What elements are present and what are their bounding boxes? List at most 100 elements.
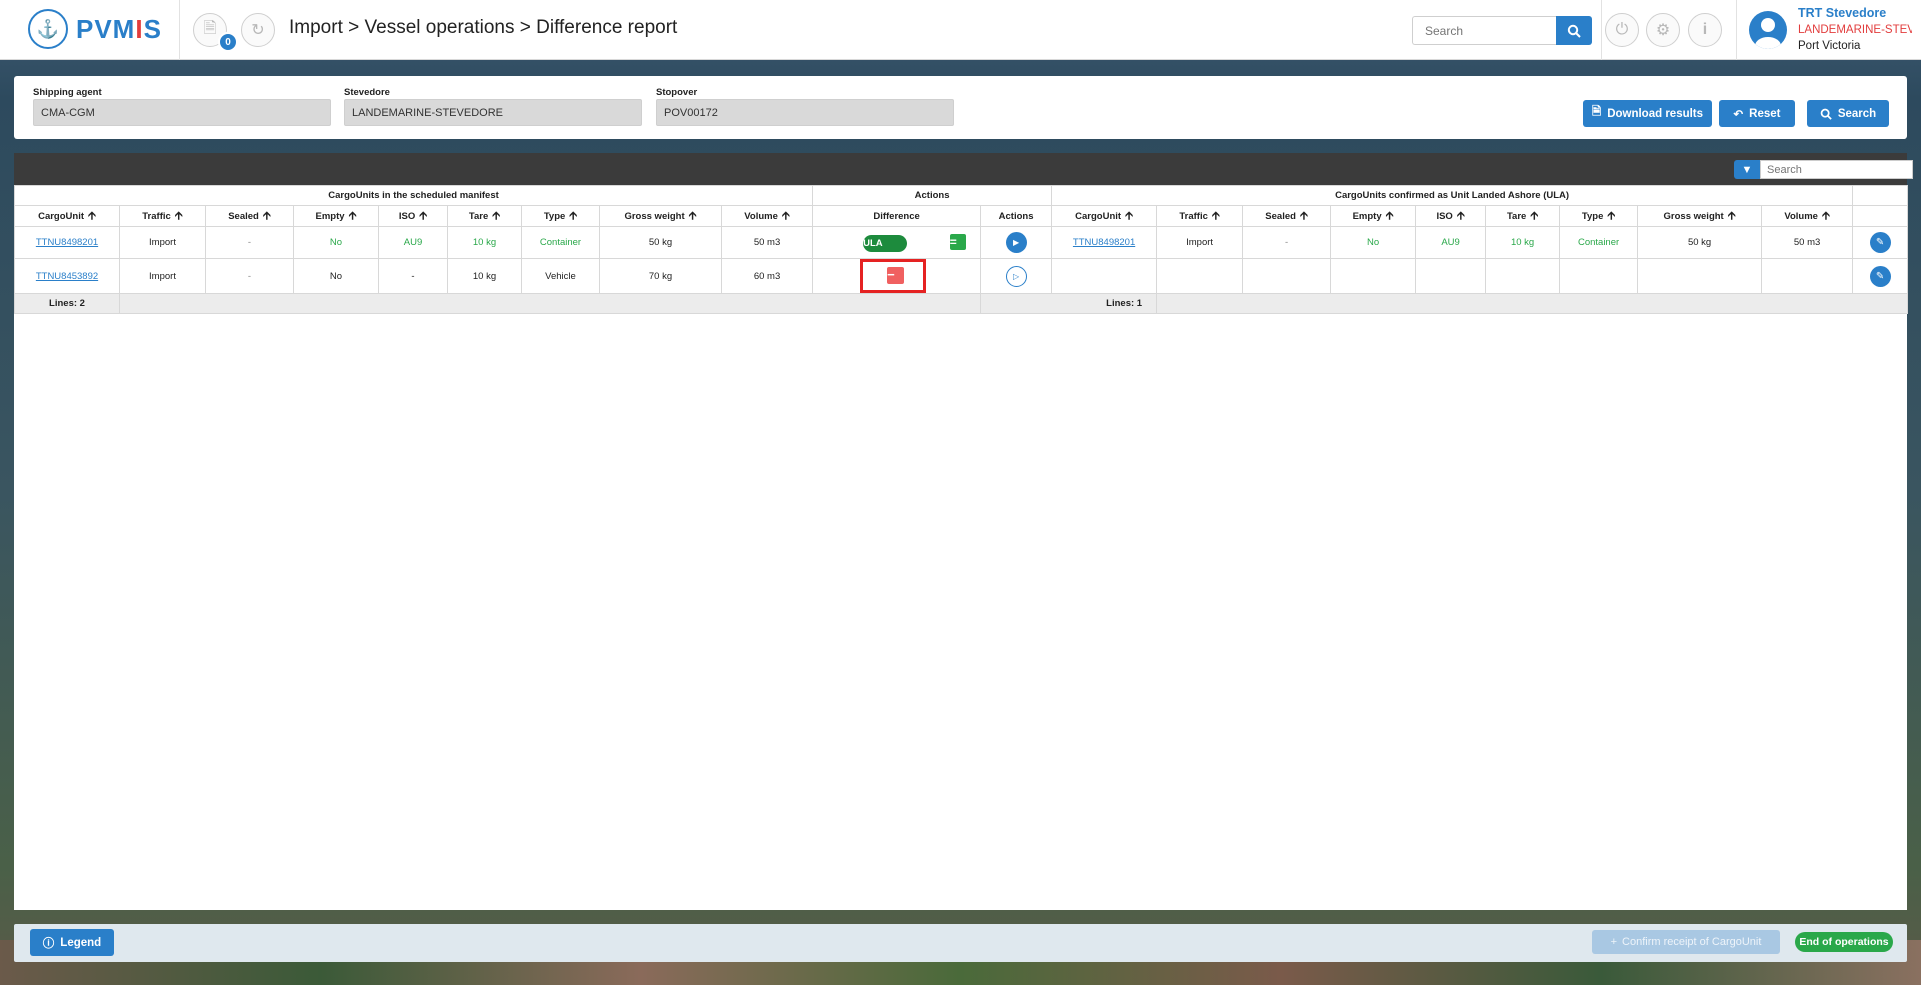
table-toolbar: ▼ — [14, 153, 1913, 185]
header-divider — [179, 0, 180, 60]
header-search-input[interactable] — [1412, 16, 1556, 45]
col-header-ula-iso[interactable]: ISO 🡩 — [1415, 205, 1487, 227]
cell-ula-gross-weight — [1637, 258, 1763, 294]
cell-empty: No — [293, 258, 379, 294]
sort-arrow-icon: 🡩 — [1530, 209, 1539, 222]
ula-status-badge: ULA — [863, 234, 908, 252]
table-row: TTNU8453892 Import - No - 10 kg Vehicle … — [14, 258, 1909, 294]
sort-arrow-icon: 🡩 — [88, 209, 96, 222]
table-footer: Lines: 2 Lines: 1 — [14, 293, 1909, 314]
header-search-button[interactable] — [1556, 16, 1592, 45]
refresh-icon[interactable]: ↻ — [241, 13, 275, 47]
cell-ula-empty: No — [1330, 226, 1417, 259]
cell-sealed: - — [205, 226, 294, 259]
col-header-sealed[interactable]: Sealed 🡩 — [205, 205, 294, 227]
legend-button[interactable]: ⓘ Legend — [30, 929, 114, 956]
user-name: TRT Stevedore — [1798, 6, 1887, 20]
cell-traffic: Import — [119, 226, 206, 259]
col-header-iso[interactable]: ISO 🡩 — [378, 205, 448, 227]
avatar[interactable] — [1749, 11, 1787, 49]
ula-cargounit-link[interactable]: TTNU8498201 — [1073, 237, 1135, 248]
user-port: Port Victoria — [1798, 40, 1861, 52]
sort-arrow-icon: 🡩 — [1299, 209, 1308, 222]
col-header-ula-tare[interactable]: Tare 🡩 — [1485, 205, 1561, 227]
cell-iso: AU9 — [378, 226, 448, 259]
cell-ula-tare: 10 kg — [1485, 226, 1561, 259]
filter-icon[interactable]: ▼ — [1734, 160, 1760, 179]
cell-edit: ✎ — [1852, 258, 1909, 294]
cell-type: Vehicle — [521, 258, 600, 294]
col-header-ula-cargounit[interactable]: CargoUnit 🡩 — [1051, 205, 1158, 227]
header-divider — [1601, 0, 1602, 60]
lines-count-right: Lines: 1 — [980, 293, 1158, 314]
bottom-action-bar: ⓘ Legend + Confirm receipt of CargoUnit … — [14, 924, 1907, 962]
cell-ula-type — [1559, 258, 1639, 294]
equal-button[interactable]: = — [949, 233, 966, 250]
cell-ula-iso — [1415, 258, 1487, 294]
col-header-type[interactable]: Type 🡩 — [521, 205, 600, 227]
difference-table-panel: ▼ CargoUnits in the scheduled manifest A… — [13, 153, 1913, 910]
stevedore-field[interactable] — [344, 99, 642, 126]
app-logo[interactable]: ⚓ PVMIS — [28, 9, 162, 49]
sort-arrow-icon: 🡩 — [1821, 209, 1830, 222]
col-header-actions: Actions — [980, 205, 1053, 227]
sort-arrow-icon: 🡩 — [1125, 209, 1133, 222]
cell-actions: ▶ — [980, 226, 1053, 259]
notification-badge: 0 — [218, 32, 238, 52]
cargounit-link[interactable]: TTNU8498201 — [36, 237, 98, 248]
cargounit-link[interactable]: TTNU8453892 — [36, 271, 98, 282]
info-circle-icon: ⓘ — [42, 937, 55, 950]
search-button[interactable]: Search — [1807, 100, 1889, 127]
sort-arrow-icon: 🡩 — [348, 209, 357, 222]
cell-type: Container — [521, 226, 600, 259]
stevedore-label: Stevedore — [344, 87, 390, 98]
reset-button[interactable]: ↶ Reset — [1719, 100, 1795, 127]
shipping-agent-field[interactable] — [33, 99, 331, 126]
group-header-actions: Actions — [812, 185, 1053, 206]
col-header-traffic[interactable]: Traffic 🡩 — [119, 205, 206, 227]
confirm-receipt-button[interactable]: + Confirm receipt of CargoUnit — [1592, 930, 1780, 954]
highlight-box: − — [860, 259, 927, 293]
cell-iso: - — [378, 258, 448, 294]
cell-sealed: - — [205, 258, 294, 294]
sort-arrow-icon: 🡩 — [1727, 209, 1736, 222]
settings-icon[interactable]: ⚙ — [1646, 13, 1680, 47]
logo-emblem-icon: ⚓ — [28, 9, 68, 49]
edit-icon[interactable]: ✎ — [1869, 265, 1891, 287]
cell-empty: No — [293, 226, 379, 259]
table-search-input[interactable] — [1760, 160, 1913, 179]
col-header-gross-weight[interactable]: Gross weight 🡩 — [599, 205, 722, 227]
stopover-label: Stopover — [656, 87, 698, 98]
stopover-field[interactable] — [656, 99, 954, 126]
play-icon[interactable]: ▶ — [1005, 232, 1027, 253]
filter-panel: Shipping agent Stevedore Stopover 🗎 Down… — [14, 76, 1907, 139]
power-icon[interactable]: ⏻ — [1605, 13, 1639, 47]
col-header-ula-traffic[interactable]: Traffic 🡩 — [1156, 205, 1244, 227]
sort-arrow-icon: 🡩 — [1211, 209, 1220, 222]
col-header-ula-gross-weight[interactable]: Gross weight 🡩 — [1637, 205, 1763, 227]
col-header-ula-type[interactable]: Type 🡩 — [1559, 205, 1639, 227]
cell-ula-sealed — [1242, 258, 1332, 294]
minus-button[interactable]: − — [887, 267, 905, 284]
download-results-button[interactable]: 🗎 Download results — [1583, 100, 1712, 127]
search-icon — [1567, 24, 1581, 38]
col-header-tare[interactable]: Tare 🡩 — [447, 205, 522, 227]
cell-ula-traffic — [1156, 258, 1244, 294]
group-header-ula: CargoUnits confirmed as Unit Landed Asho… — [1051, 185, 1854, 206]
plus-icon: + — [1610, 936, 1618, 948]
edit-icon[interactable]: ✎ — [1869, 232, 1891, 253]
col-header-ula-volume[interactable]: Volume 🡩 — [1761, 205, 1854, 227]
col-header-volume[interactable]: Volume 🡩 — [720, 205, 814, 227]
col-header-empty[interactable]: Empty 🡩 — [293, 205, 379, 227]
cell-ula-sealed: - — [1242, 226, 1332, 259]
col-header-ula-empty[interactable]: Empty 🡩 — [1330, 205, 1417, 227]
col-header-ula-sealed[interactable]: Sealed 🡩 — [1242, 205, 1332, 227]
info-icon[interactable]: i — [1688, 13, 1722, 47]
end-of-operations-button[interactable]: End of operations — [1795, 932, 1893, 952]
cell-ula-tare — [1485, 258, 1561, 294]
cell-ula-volume — [1761, 258, 1854, 294]
col-header-edit — [1852, 205, 1909, 227]
play-icon[interactable]: ▷ — [1005, 265, 1027, 287]
sort-arrow-icon: 🡩 — [1607, 209, 1616, 222]
col-header-cargounit[interactable]: CargoUnit 🡩 — [14, 205, 120, 227]
